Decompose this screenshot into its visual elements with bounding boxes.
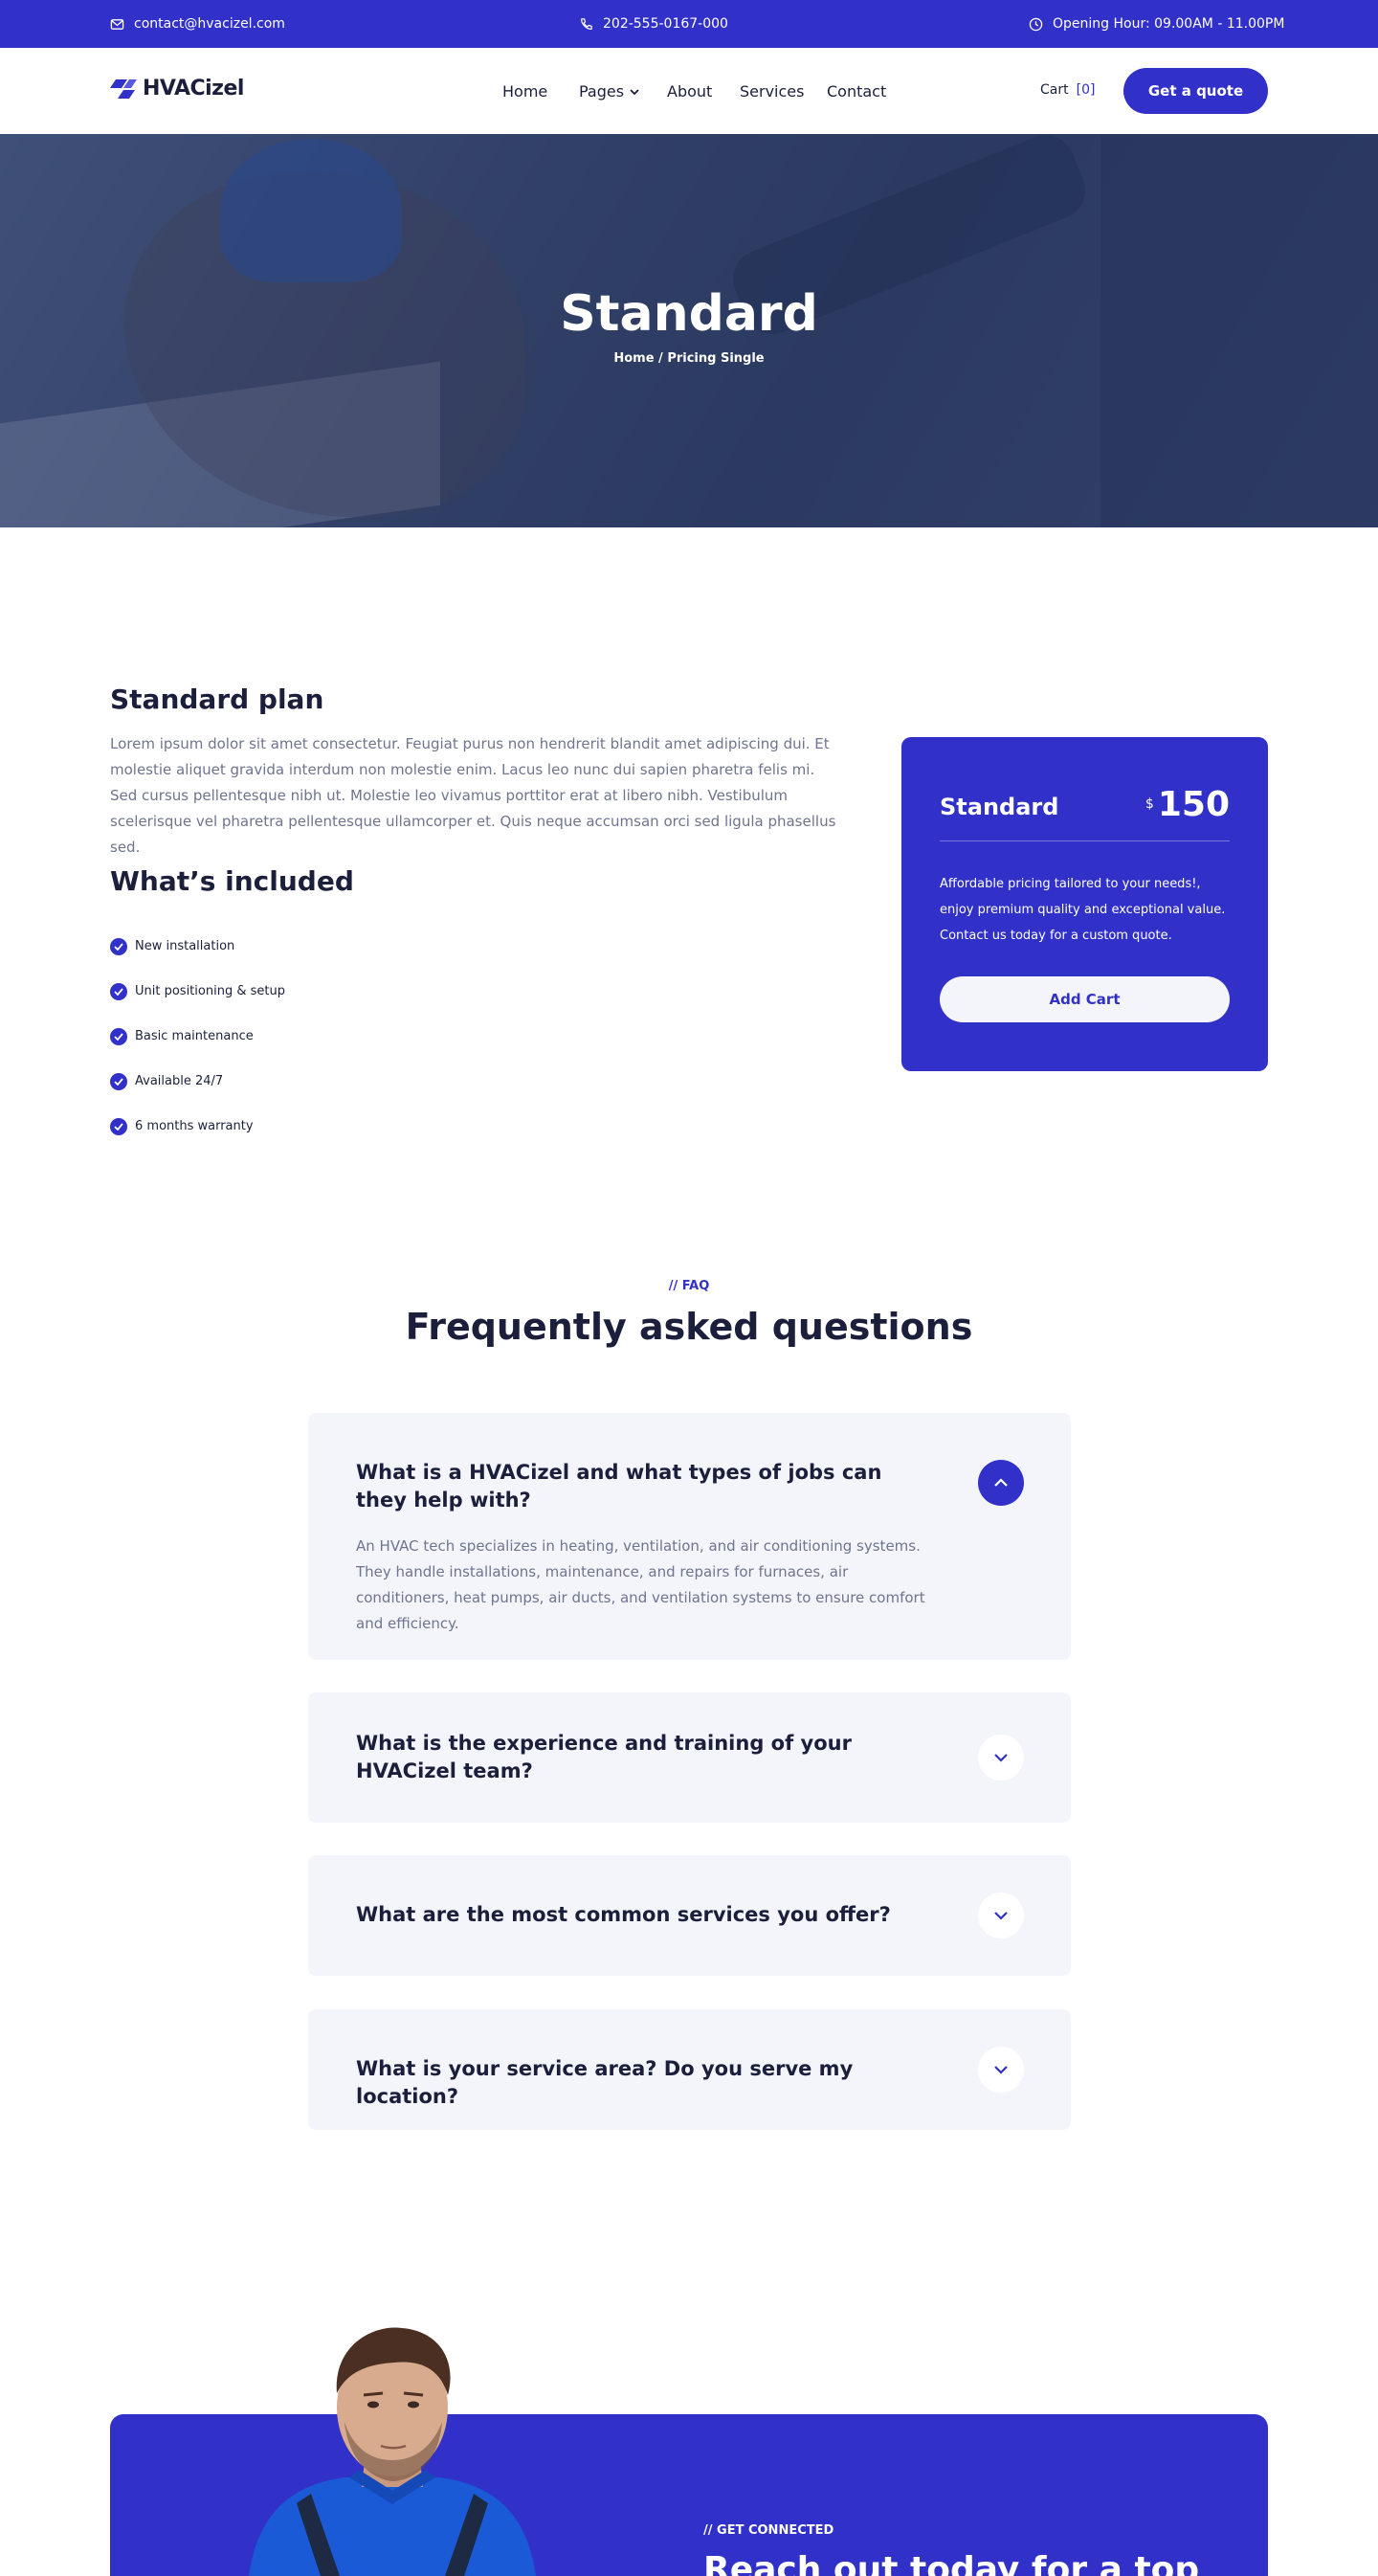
topbar-phone[interactable]: 202-555-0167-000 (579, 0, 728, 48)
faq-item[interactable]: What is your service area? Do you serve … (308, 2009, 1071, 2130)
chevron-down-icon (994, 1754, 1008, 1762)
hours-text: Opening Hour: 09.00AM - 11.00PM (1053, 16, 1285, 32)
add-cart-button[interactable]: Add Cart (940, 976, 1230, 1022)
faq-question[interactable]: What are the most common services you of… (356, 1901, 930, 1929)
check-icon (110, 1072, 127, 1090)
chevron-down-icon (630, 88, 639, 95)
page-title: Standard (560, 285, 818, 343)
topbar-hours: Opening Hour: 09.00AM - 11.00PM (1029, 0, 1284, 48)
price-display: $ 150 (1145, 785, 1230, 824)
phone-text: 202-555-0167-000 (603, 16, 728, 32)
technician-photo (220, 2317, 565, 2576)
breadcrumb: Home / Pricing Single (613, 351, 765, 366)
faq-item[interactable]: What are the most common services you of… (308, 1855, 1071, 1976)
included-title: What’s included (110, 865, 354, 897)
check-icon (110, 1027, 127, 1045)
cart-label: Cart (1040, 82, 1069, 98)
nav-services[interactable]: Services (740, 82, 804, 101)
nav-home[interactable]: Home (502, 82, 547, 101)
chevron-up-icon (994, 1478, 1008, 1487)
nav-about[interactable]: About (667, 82, 712, 101)
faq-toggle-button[interactable] (978, 2047, 1024, 2093)
logo-icon (110, 78, 137, 99)
nav-pages-label: Pages (579, 82, 625, 101)
mail-icon (110, 18, 124, 30)
get-quote-button[interactable]: Get a quote (1123, 68, 1268, 114)
price-currency: $ (1145, 796, 1154, 812)
included-item-label: New installation (135, 939, 235, 953)
price-card-description: Affordable pricing tailored to your need… (940, 877, 1226, 943)
faq-toggle-button[interactable] (978, 1460, 1024, 1506)
logo-text: HVACizel (143, 77, 244, 101)
faq-toggle-button[interactable] (978, 1893, 1024, 1938)
nav-pages[interactable]: Pages (579, 82, 639, 101)
faq-question[interactable]: What is the experience and training of y… (356, 1730, 930, 1785)
cta-tag: // GET CONNECTED (703, 2523, 834, 2538)
faq-answer: An HVAC tech specializes in heating, ven… (356, 1537, 925, 1632)
list-item: Available 24/7 (110, 1059, 285, 1104)
faq-question[interactable]: What is your service area? Do you serve … (356, 2055, 930, 2111)
plan-description: Lorem ipsum dolor sit amet consectetur. … (110, 735, 836, 856)
cart-count: [0] (1076, 82, 1096, 98)
included-list: New installation Unit positioning & setu… (110, 924, 285, 1149)
faq-toggle-button[interactable] (978, 1735, 1024, 1781)
included-item-label: 6 months warranty (135, 1119, 254, 1133)
list-item: New installation (110, 924, 285, 969)
check-icon (110, 982, 127, 1000)
faq-question[interactable]: What is a HVACizel and what types of job… (356, 1459, 930, 1514)
plan-title: Standard plan (110, 683, 324, 715)
nav-contact[interactable]: Contact (827, 82, 886, 101)
price-amount: 150 (1157, 785, 1230, 824)
faq-heading: Frequently asked questions (405, 1306, 973, 1348)
email-text: contact@hvacizel.com (134, 16, 285, 32)
faq-item[interactable]: What is a HVACizel and what types of job… (308, 1413, 1071, 1660)
included-item-label: Basic maintenance (135, 1029, 254, 1043)
divider (940, 840, 1230, 841)
check-icon (110, 1117, 127, 1135)
topbar-email[interactable]: contact@hvacizel.com (110, 0, 285, 48)
price-card: Standard $ 150 Affordable pricing tailor… (901, 737, 1268, 1071)
list-item: Basic maintenance (110, 1014, 285, 1059)
cta-heading: Reach out today for a top (703, 2550, 1200, 2576)
price-card-name: Standard (940, 794, 1059, 820)
clock-icon (1029, 17, 1043, 31)
list-item: 6 months warranty (110, 1104, 285, 1149)
chevron-down-icon (994, 2066, 1008, 2074)
phone-icon (581, 17, 592, 30)
check-icon (110, 937, 127, 955)
logo[interactable]: HVACizel (110, 77, 244, 101)
included-item-label: Available 24/7 (135, 1074, 224, 1088)
site-header: HVACizel Home Pages About Services Conta… (0, 48, 1378, 134)
chevron-down-icon (994, 1912, 1008, 1920)
included-item-label: Unit positioning & setup (135, 984, 285, 998)
faq-item[interactable]: What is the experience and training of y… (308, 1692, 1071, 1823)
top-bar: contact@hvacizel.com 202-555-0167-000 Op… (0, 0, 1378, 48)
cart-link[interactable]: Cart [0] (1040, 82, 1095, 98)
faq-tag: // FAQ (668, 1279, 710, 1293)
list-item: Unit positioning & setup (110, 969, 285, 1014)
